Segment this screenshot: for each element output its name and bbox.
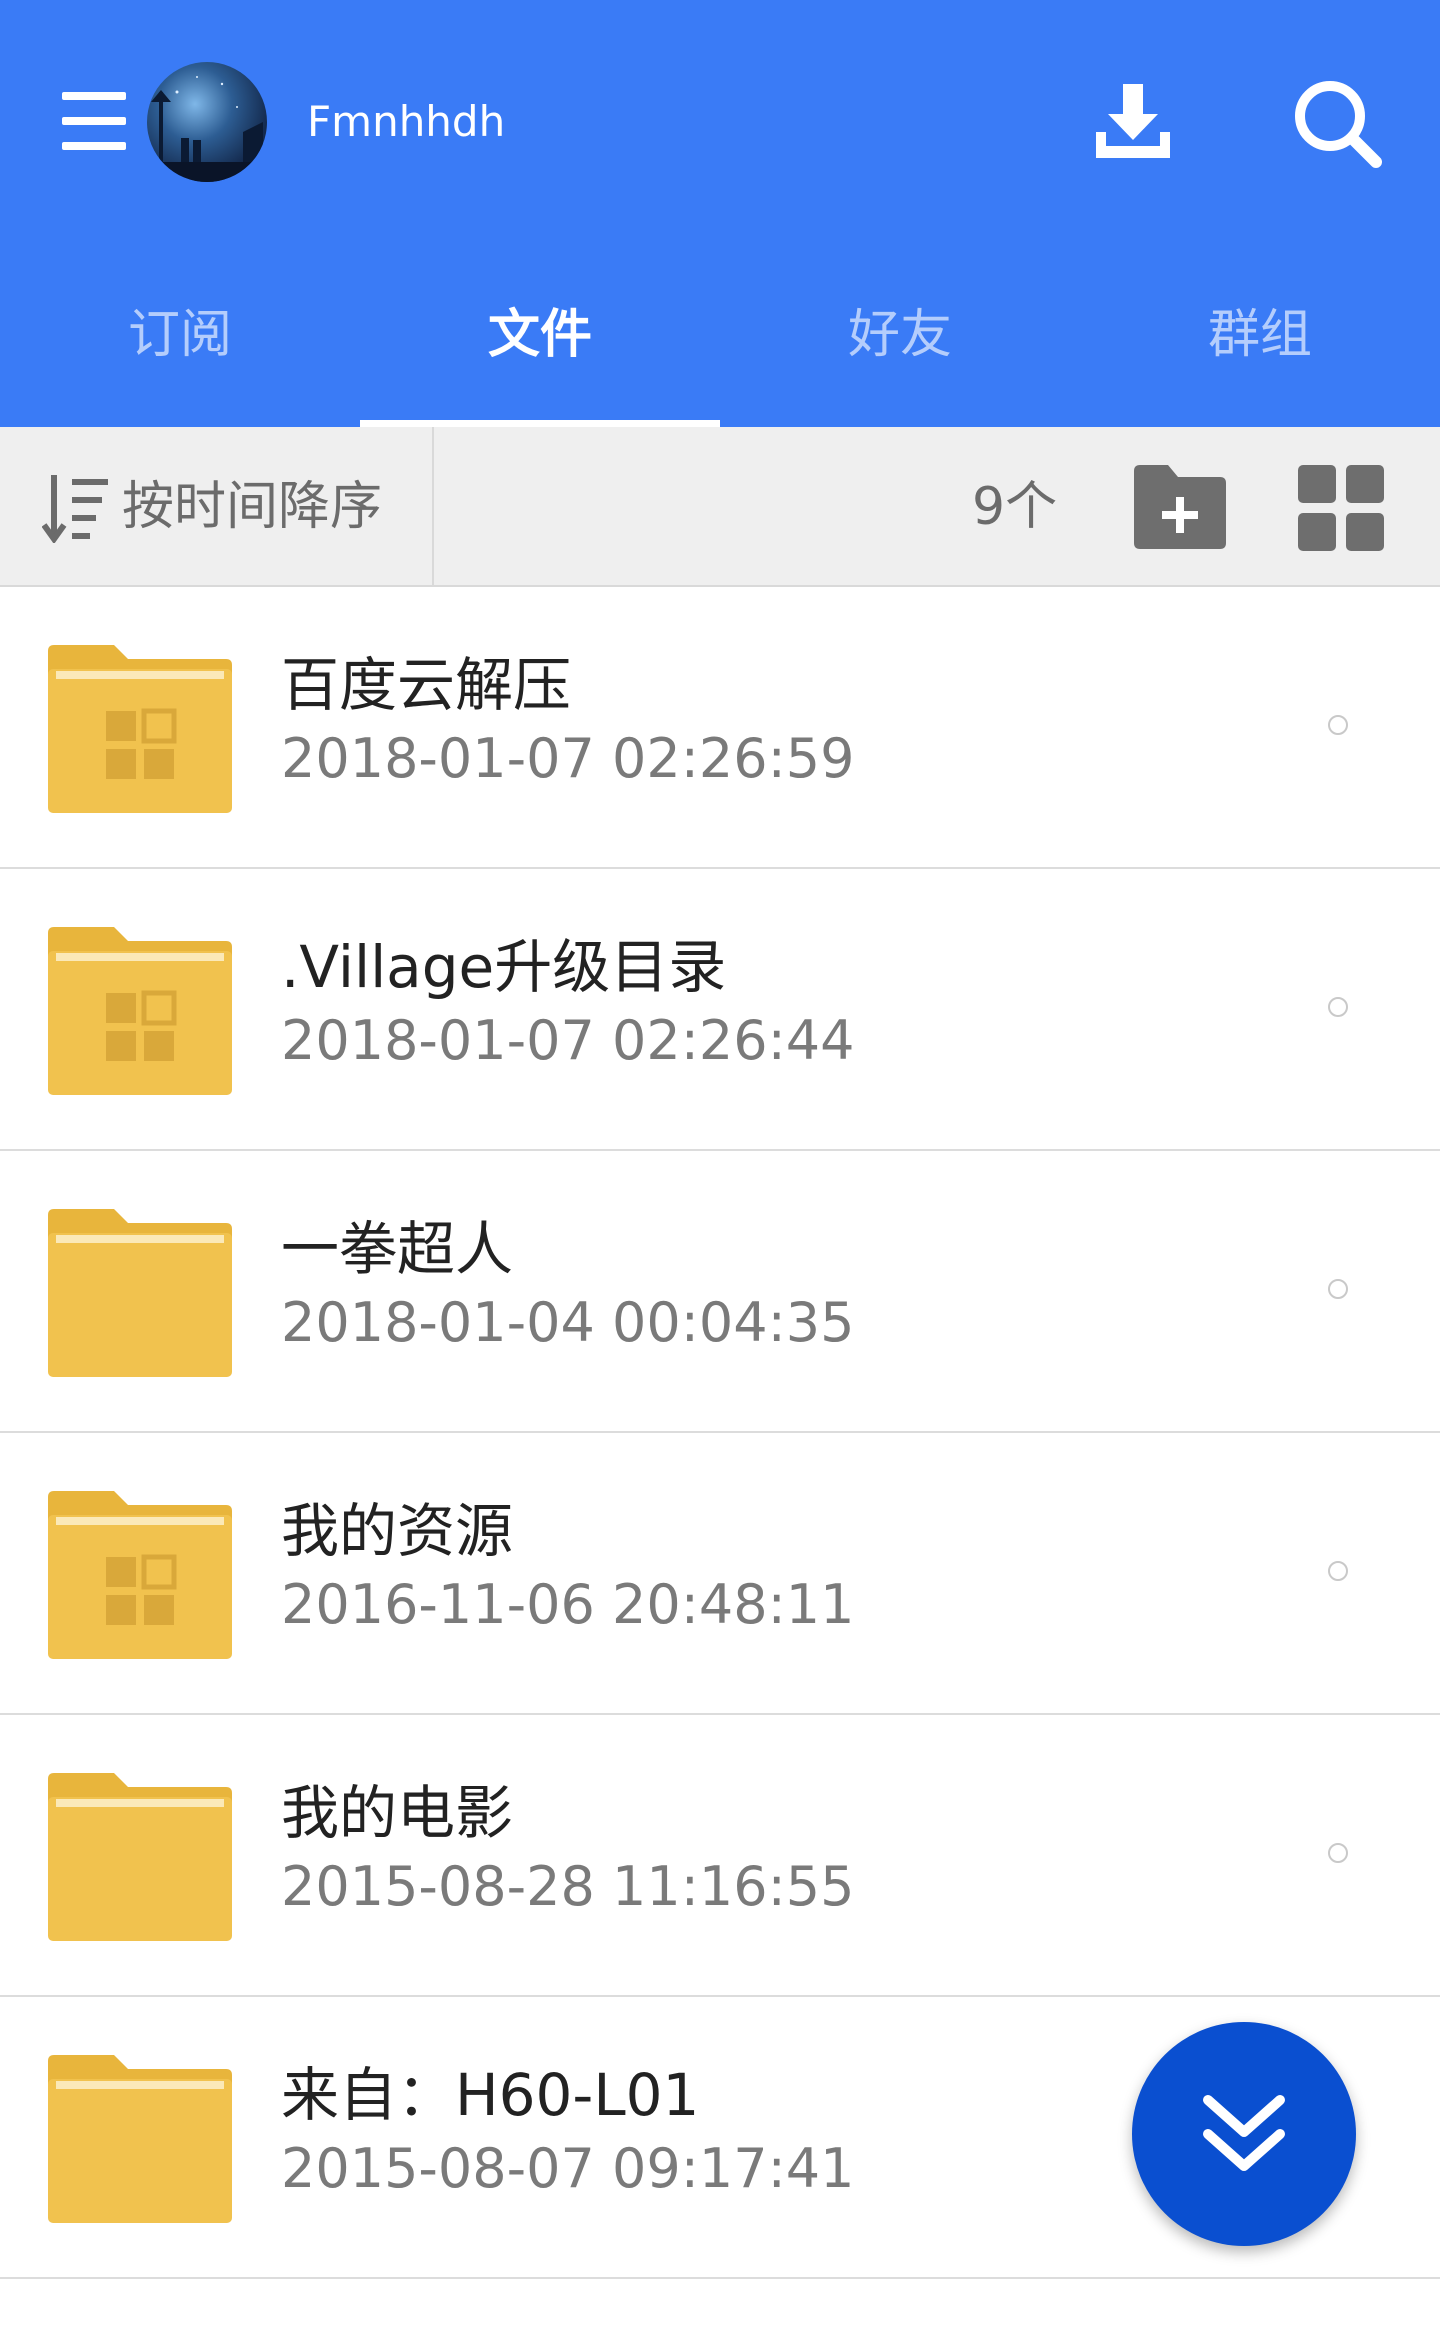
- app-folder-icon: [48, 1491, 232, 1659]
- new-folder-icon[interactable]: [1130, 463, 1228, 551]
- item-count: 9个: [972, 477, 1058, 537]
- tab-groups[interactable]: 群组: [1080, 280, 1440, 427]
- select-checkbox[interactable]: [1328, 1561, 1348, 1581]
- sort-descending-icon: [41, 471, 112, 545]
- file-date: 2016-11-06 20:48:11: [281, 1573, 855, 1636]
- app-header: Fmnhhdh 订阅 文件 好友 群组: [0, 0, 1440, 427]
- folder-icon: [48, 1773, 232, 1941]
- double-chevron-down-icon: [1203, 2095, 1285, 2171]
- tab-files[interactable]: 文件: [360, 280, 720, 427]
- file-date: 2015-08-07 09:17:41: [281, 2137, 855, 2200]
- menu-icon[interactable]: [62, 92, 126, 150]
- file-name: 我的电影: [281, 1779, 514, 1847]
- file-name: .Village升级目录: [281, 933, 727, 1001]
- avatar[interactable]: [147, 62, 267, 182]
- file-row[interactable]: .Village升级目录 2018-01-07 02:26:44: [0, 869, 1440, 1151]
- grid-view-icon[interactable]: [1298, 465, 1384, 551]
- file-name: 一拳超人: [281, 1215, 514, 1283]
- file-row[interactable]: 百度云解压 2018-01-07 02:26:59: [0, 587, 1440, 869]
- file-date: 2018-01-07 02:26:44: [281, 1009, 855, 1072]
- username[interactable]: Fmnhhdh: [307, 96, 505, 148]
- select-checkbox[interactable]: [1328, 997, 1348, 1017]
- tab-indicator: [360, 420, 720, 427]
- select-checkbox[interactable]: [1328, 1843, 1348, 1863]
- file-date: 2018-01-04 00:04:35: [281, 1291, 855, 1354]
- file-row[interactable]: 我的电影 2015-08-28 11:16:55: [0, 1715, 1440, 1997]
- file-name: 我的资源: [281, 1497, 514, 1565]
- folder-icon: [48, 2055, 232, 2223]
- app-folder-icon: [48, 645, 232, 813]
- file-date: 2018-01-07 02:26:59: [281, 727, 855, 790]
- tab-subscribe[interactable]: 订阅: [0, 280, 360, 427]
- file-name: 来自：H60-L01: [281, 2061, 700, 2129]
- download-icon[interactable]: [1092, 80, 1174, 162]
- search-icon[interactable]: [1292, 78, 1382, 168]
- sort-button[interactable]: 按时间降序: [0, 427, 434, 585]
- tab-bar: 订阅 文件 好友 群组: [0, 280, 1440, 427]
- file-row[interactable]: 一拳超人 2018-01-04 00:04:35: [0, 1151, 1440, 1433]
- file-row[interactable]: 我的资源 2016-11-06 20:48:11: [0, 1433, 1440, 1715]
- tab-friends[interactable]: 好友: [720, 280, 1080, 427]
- sort-label: 按时间降序: [122, 477, 383, 537]
- file-date: 2015-08-28 11:16:55: [281, 1855, 855, 1918]
- file-name: 百度云解压: [281, 651, 572, 719]
- scroll-down-button[interactable]: [1132, 2022, 1356, 2246]
- app-folder-icon: [48, 927, 232, 1095]
- folder-icon: [48, 1209, 232, 1377]
- select-checkbox[interactable]: [1328, 715, 1348, 735]
- select-checkbox[interactable]: [1328, 1279, 1348, 1299]
